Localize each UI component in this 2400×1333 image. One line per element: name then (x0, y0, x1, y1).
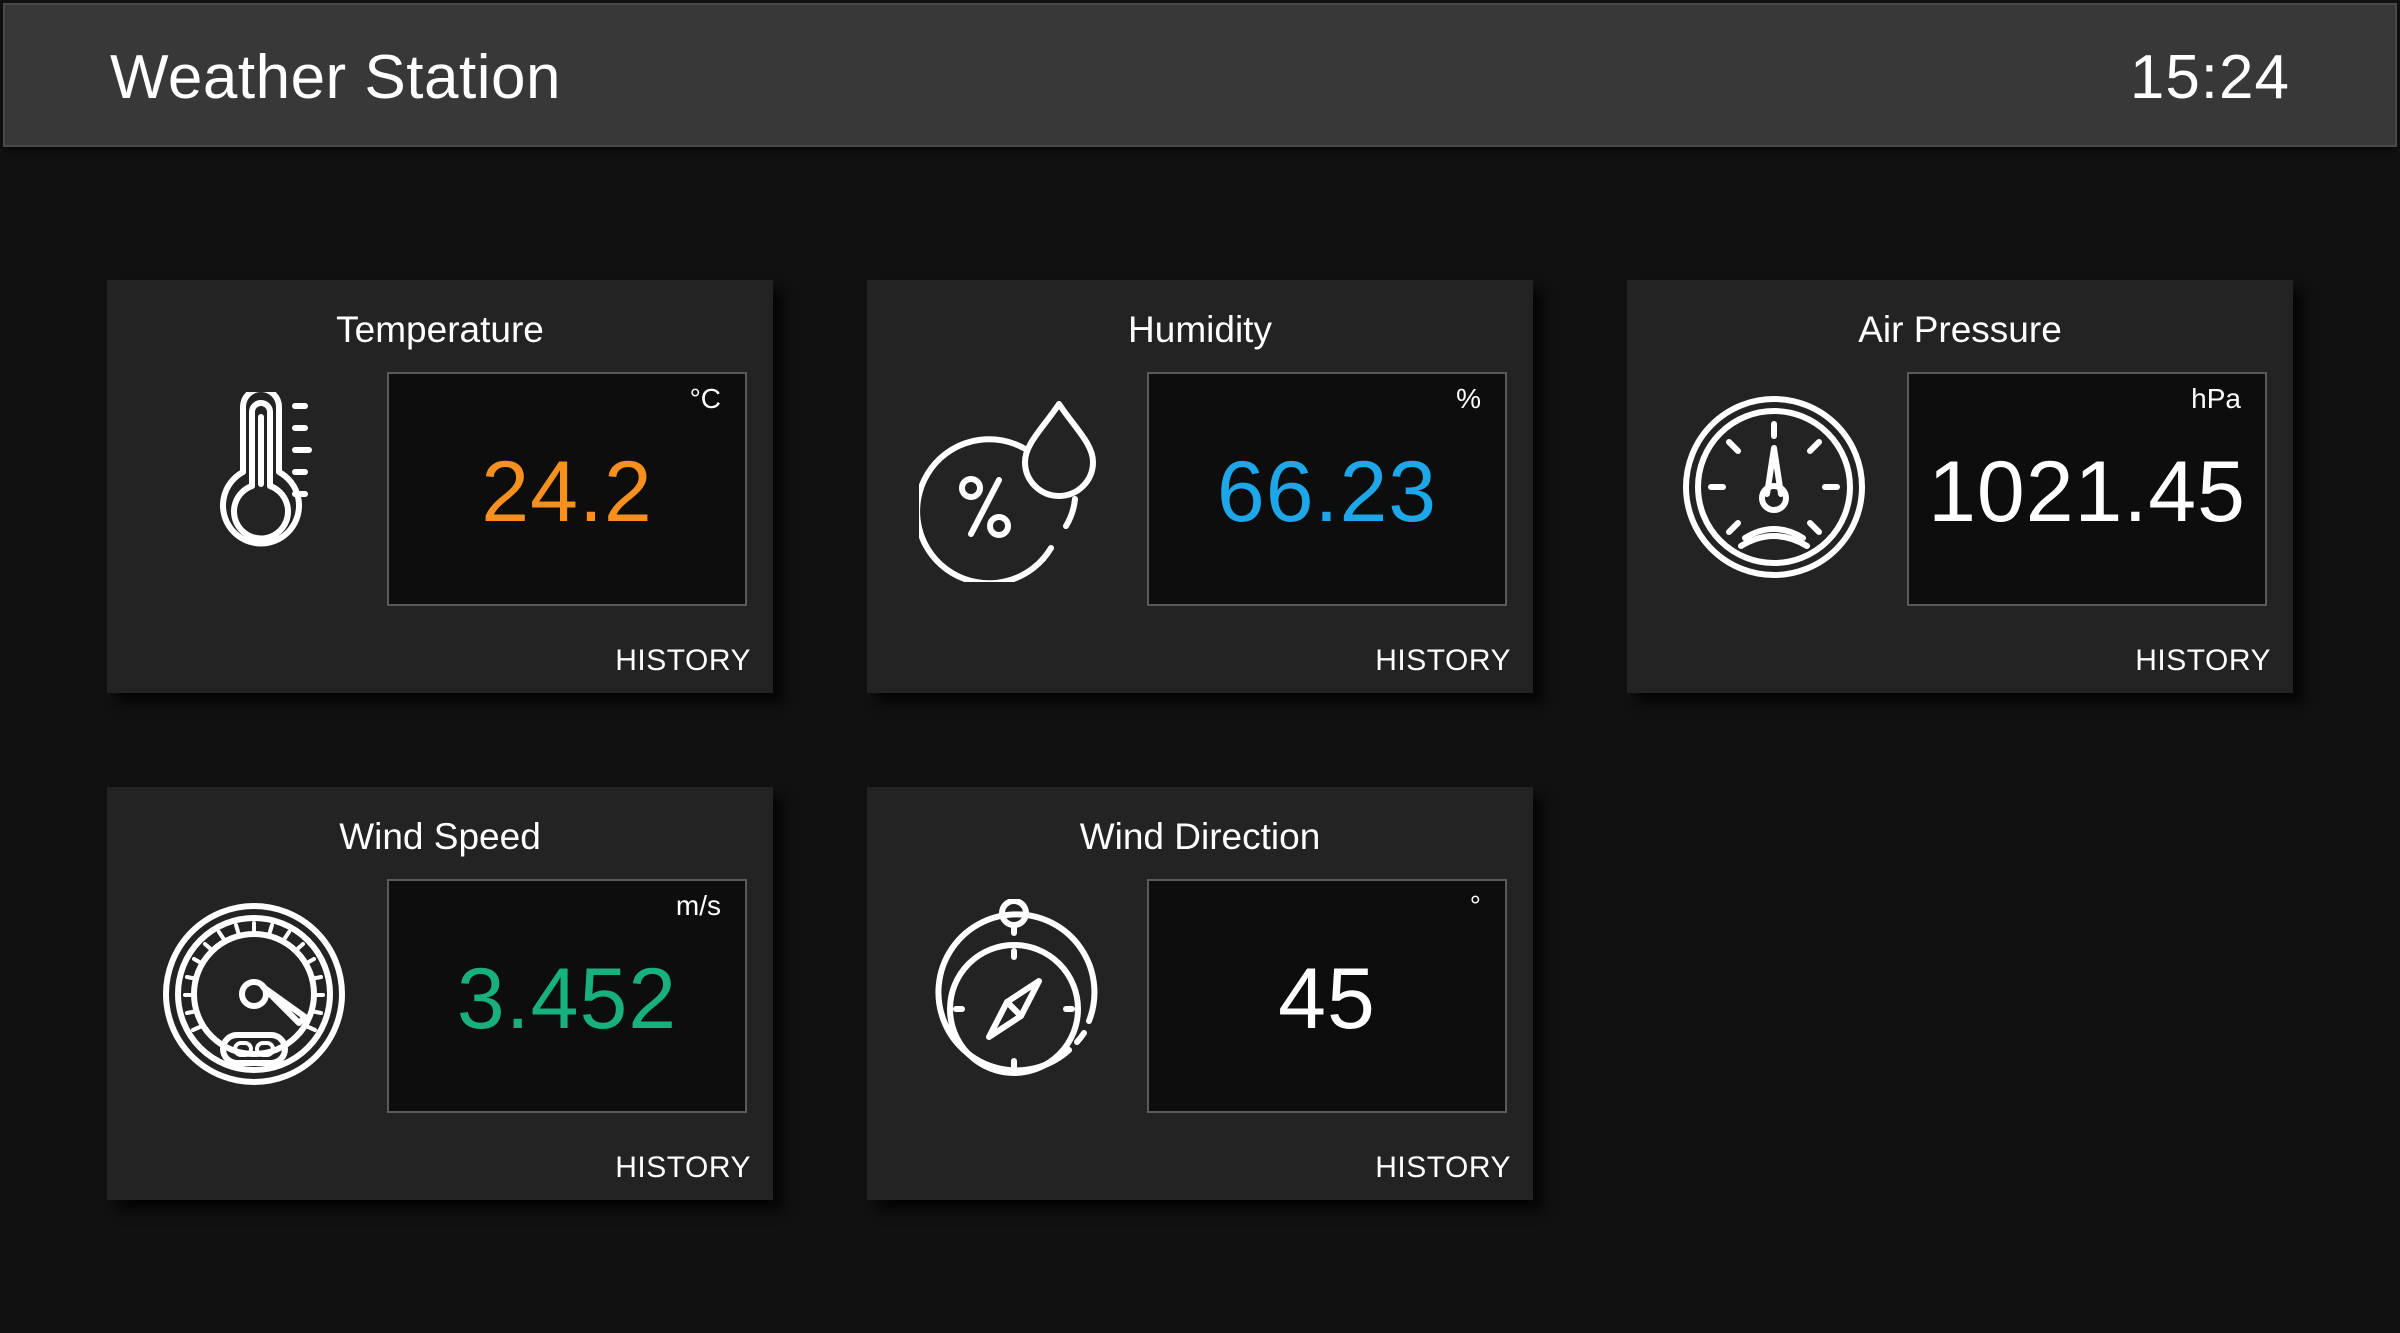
history-button[interactable]: HISTORY (2135, 643, 2271, 679)
history-button[interactable]: HISTORY (615, 643, 751, 679)
temperature-card[interactable]: Temperature °C 24.2 HISTORY (107, 280, 773, 693)
compass-icon (919, 898, 1109, 1089)
value-display: ° 45 (1147, 879, 1507, 1113)
thermometer-icon (159, 386, 349, 582)
card-title: Wind Direction (1079, 816, 1321, 857)
air-pressure-value: 1021.45 (1928, 444, 2246, 540)
card-title: Humidity (1128, 309, 1272, 350)
wind-speed-value: 3.452 (456, 951, 678, 1047)
speedometer-icon (159, 899, 349, 1089)
temperature-value: 24.2 (481, 444, 653, 540)
app-header: Weather Station 15:24 (3, 3, 2397, 147)
air-pressure-card[interactable]: Air Pressure hPa 1021.45 HISTORY (1627, 280, 2293, 693)
value-display: °C 24.2 (387, 372, 747, 606)
wind-direction-value: 45 (1278, 951, 1376, 1047)
card-title: Air Pressure (1858, 309, 2062, 350)
pressure-gauge-icon (1679, 392, 1869, 582)
unit-label: % (1456, 383, 1481, 414)
humidity-value: 66.23 (1216, 444, 1438, 540)
card-title: Wind Speed (339, 816, 541, 857)
unit-label: m/s (675, 890, 721, 921)
value-display: % 66.23 (1147, 372, 1507, 606)
value-display: hPa 1021.45 (1907, 372, 2267, 606)
wind-direction-card[interactable]: Wind Direction ° 45 HISTORY (867, 787, 1533, 1200)
humidity-icon (914, 392, 1109, 587)
unit-label: °C (689, 383, 721, 414)
unit-label: hPa (2191, 383, 2241, 414)
clock-time: 15:24 (2129, 43, 2290, 112)
app-title: Weather Station (110, 43, 561, 112)
wind-speed-card[interactable]: Wind Speed m/s 3.452 HISTORY (107, 787, 773, 1200)
value-display: m/s 3.452 (387, 879, 747, 1113)
history-button[interactable]: HISTORY (1375, 643, 1511, 679)
history-button[interactable]: HISTORY (1375, 1150, 1511, 1186)
unit-label: ° (1469, 890, 1481, 921)
history-button[interactable]: HISTORY (615, 1150, 751, 1186)
card-title: Temperature (336, 309, 544, 350)
humidity-card[interactable]: Humidity % 66.23 HISTORY (867, 280, 1533, 693)
